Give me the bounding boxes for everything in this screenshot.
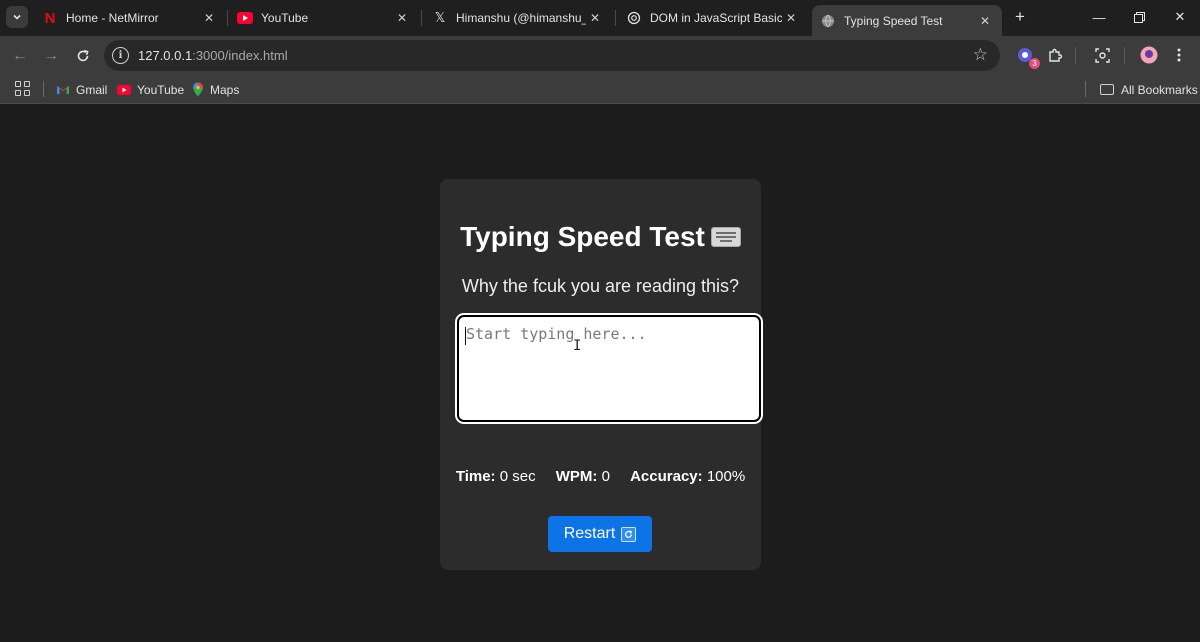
quote-text: Why the fcuk you are reading this? (461, 276, 740, 296)
minimize-icon: — (1092, 9, 1106, 25)
netmirror-icon: N (44, 9, 56, 27)
url-host: 127.0.0.1 (138, 48, 193, 63)
keyboard-icon (710, 227, 741, 247)
typing-test-card: Typing Speed Test Why the fcuk you are r… (440, 179, 763, 570)
bookmarks-separator (43, 81, 44, 97)
puzzle-icon (1048, 48, 1062, 62)
close-icon: ✕ (1174, 9, 1186, 24)
profile-button[interactable] (1138, 44, 1160, 66)
close-icon[interactable]: ✕ (976, 12, 994, 30)
tab-title: Typing Speed Test (844, 13, 943, 28)
page-content: Typing Speed Test Why the fcuk you are r… (0, 105, 1200, 642)
folder-icon (1100, 84, 1114, 95)
page-title-text: Typing Speed Test (460, 221, 705, 252)
bookmarks-bar: Gmail YouTube Maps All Bookmarks (0, 75, 1200, 104)
chevron-down-icon (13, 14, 21, 20)
restore-button[interactable] (1128, 6, 1150, 28)
minimize-button[interactable]: — (1088, 6, 1110, 28)
bookmark-maps[interactable]: Maps (192, 81, 239, 98)
youtube-icon (117, 84, 131, 95)
restore-icon (1133, 11, 1145, 23)
back-button[interactable]: ← (8, 44, 32, 68)
tab-separator (615, 10, 616, 26)
all-bookmarks-button[interactable]: All Bookmarks (1100, 81, 1198, 98)
refresh-icon (621, 526, 637, 542)
extensions-menu-button[interactable] (1044, 44, 1066, 66)
tab-title: YouTube (261, 11, 309, 25)
all-bookmarks-label: All Bookmarks (1121, 82, 1198, 97)
site-info-icon[interactable]: i (112, 47, 129, 64)
time-value: 0 sec (499, 468, 536, 485)
url-path: :3000/index.html (192, 48, 288, 63)
extension-button[interactable]: 3 (1014, 44, 1040, 69)
chatgpt-icon (626, 10, 642, 26)
wpm-value: 0 (601, 468, 610, 485)
toolbar-separator (1075, 47, 1076, 64)
tab-title: Home - NetMirror (66, 11, 159, 25)
close-icon[interactable]: ✕ (200, 9, 218, 27)
tab-chatgpt[interactable]: DOM in JavaScript Basics ✕ (618, 4, 808, 32)
close-icon[interactable]: ✕ (586, 9, 604, 27)
maps-icon (192, 82, 204, 97)
youtube-icon (237, 10, 253, 26)
bookmarks-separator (1085, 81, 1086, 97)
tab-youtube[interactable]: YouTube ✕ (229, 4, 419, 32)
gmail-icon (56, 84, 70, 95)
plus-icon: + (1015, 7, 1025, 26)
page-title: Typing Speed Test (440, 221, 761, 253)
time-label: Time: (455, 468, 496, 485)
time-stat: Time: 0 sec (456, 468, 536, 485)
close-window-button[interactable]: ✕ (1169, 6, 1191, 28)
browser-toolbar: ← → i 127.0.0.1:3000/index.html ☆ 3 (0, 36, 1200, 75)
x-icon: 𝕏 (434, 10, 446, 25)
reload-icon (77, 49, 89, 62)
bookmark-label: YouTube (137, 82, 185, 97)
tab-strip: N Home - NetMirror ✕ YouTube ✕ 𝕏 Himansh… (0, 0, 1200, 36)
forward-button[interactable]: → (39, 44, 63, 68)
bookmark-gmail[interactable]: Gmail (56, 81, 107, 98)
apps-grid-icon[interactable] (15, 81, 30, 96)
bookmark-label: Gmail (76, 82, 108, 97)
bookmark-youtube[interactable]: YouTube (117, 81, 184, 98)
tab-x-profile[interactable]: 𝕏 Himanshu (@himanshu_914 ✕ (424, 4, 612, 32)
tab-search-button[interactable] (6, 6, 28, 28)
tab-separator (421, 10, 422, 26)
restart-button[interactable]: Restart (548, 516, 652, 552)
close-icon[interactable]: ✕ (393, 9, 411, 27)
accuracy-value: 100% (706, 468, 746, 485)
text-caret (465, 327, 466, 345)
bookmark-label: Maps (210, 82, 240, 97)
accuracy-label: Accuracy: (630, 468, 703, 485)
tab-title: Himanshu (@himanshu_914 (456, 11, 586, 25)
avatar (1140, 46, 1158, 64)
tab-separator (227, 10, 228, 26)
browser-menu-button[interactable] (1168, 44, 1190, 66)
reload-button[interactable] (71, 44, 95, 68)
extension-badge: 3 (1029, 58, 1040, 69)
restart-label: Restart (563, 525, 616, 542)
stats-row: Time: 0 sec WPM: 0 Accuracy: 100% (440, 468, 761, 485)
bookmark-star-icon[interactable]: ☆ (973, 45, 988, 65)
address-bar[interactable]: i 127.0.0.1:3000/index.html ☆ (104, 40, 1000, 71)
typing-input[interactable] (455, 313, 763, 424)
close-icon[interactable]: ✕ (782, 9, 800, 27)
capture-icon (1094, 47, 1110, 63)
tab-typing-speed-test[interactable]: Typing Speed Test ✕ (812, 5, 1002, 36)
toolbar-separator (1124, 47, 1125, 64)
kebab-menu-icon (1177, 48, 1181, 62)
accuracy-stat: Accuracy: 100% (630, 468, 745, 485)
screen-capture-button[interactable] (1091, 44, 1113, 66)
globe-icon (820, 13, 836, 29)
wpm-label: WPM: (555, 468, 598, 485)
arrow-left-icon: ← (12, 47, 28, 64)
arrow-right-icon: → (43, 47, 59, 64)
wpm-stat: WPM: 0 (556, 468, 610, 485)
new-tab-button[interactable]: + (1011, 7, 1029, 26)
tab-netmirror[interactable]: N Home - NetMirror ✕ (34, 4, 226, 32)
ibeam-cursor-icon: I (573, 338, 582, 354)
tab-title: DOM in JavaScript Basics (650, 11, 782, 25)
address-url: 127.0.0.1:3000/index.html (138, 48, 288, 63)
